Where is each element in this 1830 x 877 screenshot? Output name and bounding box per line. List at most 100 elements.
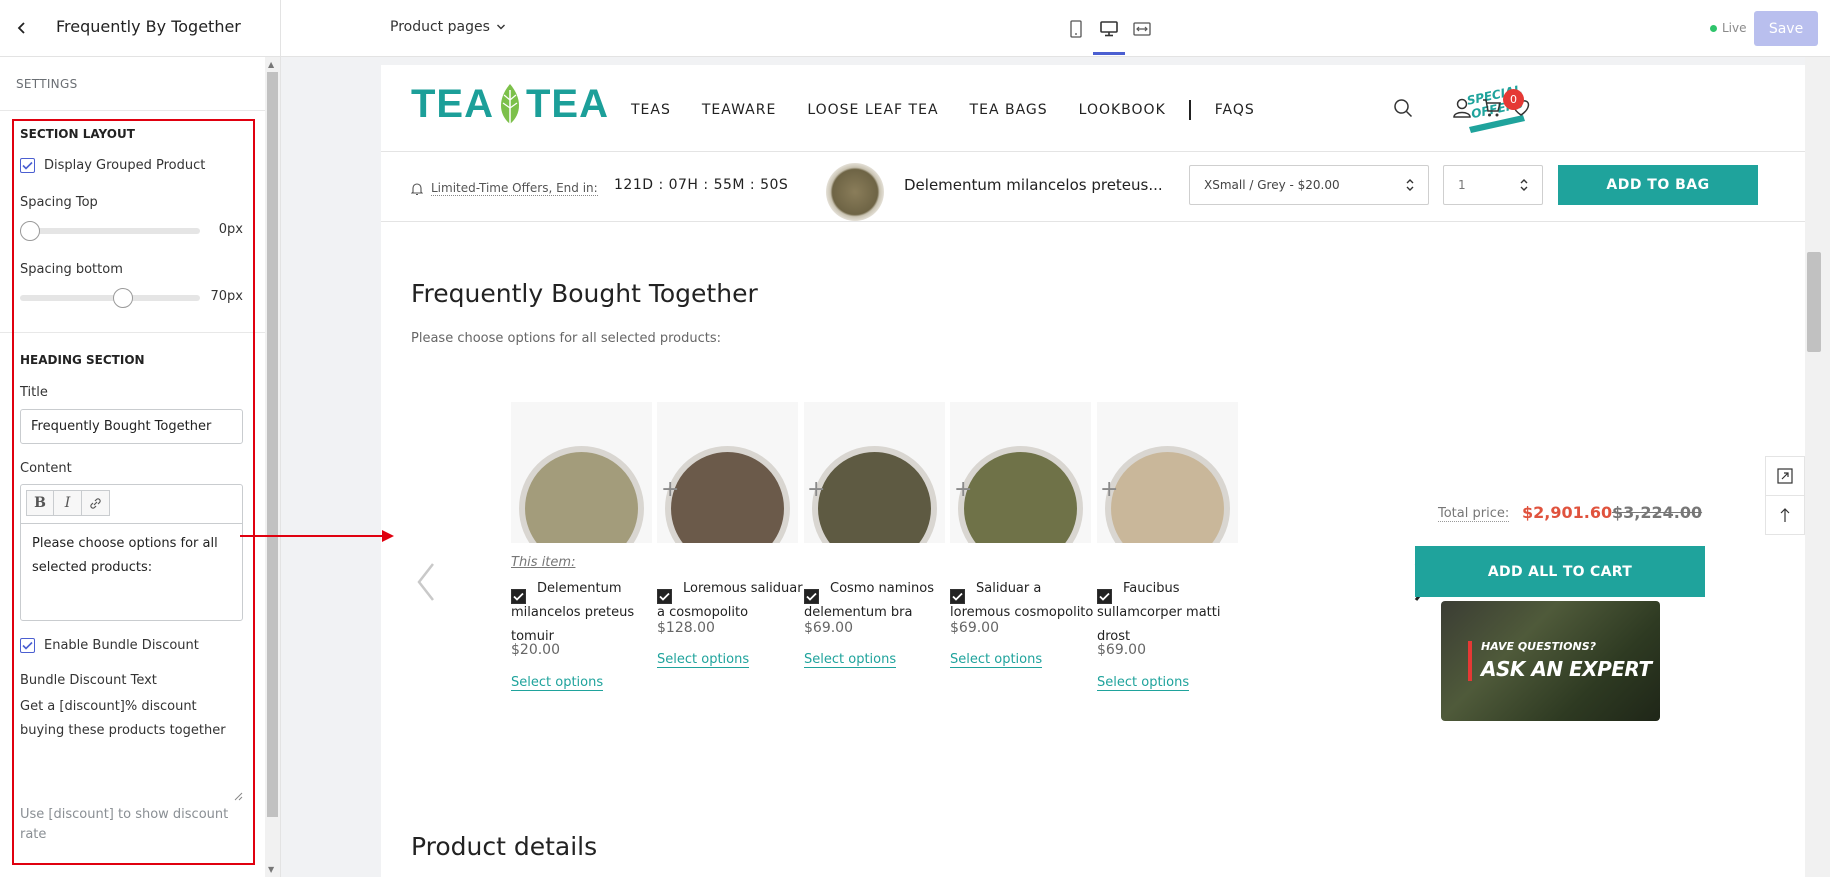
sticky-product-name: Delementum milancelos preteus...: [904, 176, 1163, 194]
product-price: $69.00: [1097, 642, 1146, 658]
product-name[interactable]: Loremous saliduar a cosmopolito: [657, 577, 807, 625]
total-price-label: Total price:: [1438, 506, 1510, 522]
product-card-1: [511, 402, 652, 543]
cart-count-badge: 0: [1503, 89, 1524, 110]
product-image[interactable]: [950, 402, 1091, 543]
product-name[interactable]: Saliduar a loremous cosmopolito: [950, 577, 1100, 625]
countdown-offer: Limited-Time Offers, End in:: [411, 181, 598, 196]
expand-width-icon: [1133, 22, 1151, 36]
tea-tin-image: [1105, 446, 1230, 543]
fbt-subtitle: Please choose options for all selected p…: [411, 331, 722, 346]
nav-item-loose-leaf-tea[interactable]: LOOSE LEAF TEA: [807, 102, 938, 118]
carousel-prev-arrow-icon[interactable]: [411, 560, 441, 604]
select-options-link[interactable]: Select options: [657, 652, 750, 668]
scroll-up-icon[interactable]: ▲: [268, 60, 274, 69]
mobile-view-button[interactable]: [1065, 18, 1087, 40]
ask-expert-banner[interactable]: HAVE QUESTIONS? ASK AN EXPERT: [1441, 601, 1660, 721]
cart-button[interactable]: [1479, 95, 1505, 121]
stepper-arrows-icon: [1520, 179, 1528, 191]
active-device-indicator: [1093, 52, 1125, 55]
page-type-label: Product pages: [390, 19, 490, 35]
scroll-down-icon[interactable]: ▼: [268, 865, 274, 874]
save-button[interactable]: Save: [1754, 11, 1818, 46]
desktop-icon: [1100, 21, 1118, 37]
product-card-4: [950, 402, 1091, 543]
fullwidth-view-button[interactable]: [1131, 18, 1153, 40]
product-card-5: [1097, 402, 1238, 543]
compare-button[interactable]: [1765, 456, 1805, 496]
product-image[interactable]: [511, 402, 652, 543]
page-type-selector[interactable]: Product pages: [390, 19, 506, 35]
expert-title: ASK AN EXPERT: [1481, 657, 1652, 681]
select-options-link[interactable]: Select options: [950, 652, 1043, 668]
select-options-link[interactable]: Select options: [804, 652, 897, 668]
nav-item-teaware[interactable]: TEAWARE: [702, 102, 776, 118]
live-label: Live: [1722, 21, 1747, 35]
total-old-price: $3,224.00: [1612, 503, 1703, 522]
tea-tin-image: [519, 446, 644, 543]
back-button[interactable]: [10, 16, 34, 40]
plus-icon: +: [1100, 477, 1119, 502]
product-name[interactable]: Delementum milancelos preteus tomuir: [511, 577, 661, 649]
product-price: $128.00: [657, 620, 715, 636]
divider: [381, 151, 1805, 152]
tea-tin-image: [812, 446, 937, 543]
this-item-label: This item:: [511, 555, 576, 570]
back-to-top-button[interactable]: [1765, 495, 1805, 535]
mobile-icon: [1070, 20, 1082, 38]
product-card-2: [657, 402, 798, 543]
sticky-product-image: [826, 163, 884, 221]
desktop-view-button[interactable]: [1098, 18, 1120, 40]
product-card-3: [804, 402, 945, 543]
banner-stripe: [1468, 641, 1472, 681]
settings-scrollbar-thumb[interactable]: [267, 72, 278, 817]
live-status: Live: [1710, 21, 1747, 35]
annotation-arrow: [240, 535, 385, 537]
tea-tin-image: [958, 446, 1083, 543]
annotation-arrow-head-icon: [382, 530, 394, 542]
search-button[interactable]: [1390, 95, 1416, 121]
product-price: $69.00: [804, 620, 853, 636]
divider: [381, 221, 1805, 222]
plus-icon: +: [954, 477, 973, 502]
variant-select[interactable]: XSmall / Grey - $20.00: [1189, 165, 1429, 205]
product-price: $20.00: [511, 642, 560, 658]
quantity-value: 1: [1458, 178, 1466, 192]
product-image[interactable]: [1097, 402, 1238, 543]
fbt-title: Frequently Bought Together: [411, 279, 758, 308]
product-name[interactable]: Faucibus sullamcorper matti drost: [1097, 577, 1247, 649]
plus-icon: +: [807, 477, 826, 502]
quantity-stepper[interactable]: 1: [1443, 165, 1543, 205]
editor-header: Frequently By Together Product pages Liv…: [0, 0, 1830, 57]
main-nav: TEAS TEAWARE LOOSE LEAF TEA TEA BAGS LOO…: [631, 100, 1286, 120]
store-preview: TEA TEA TEAS TEAWARE LOOSE LEAF TEA TEA …: [381, 65, 1805, 877]
product-price: $69.00: [950, 620, 999, 636]
chevron-down-icon: [496, 24, 505, 30]
select-options-link[interactable]: Select options: [511, 675, 604, 691]
tea-tea-logo[interactable]: TEA TEA: [411, 80, 609, 128]
nav-item-lookbook[interactable]: LOOKBOOK: [1079, 102, 1166, 118]
nav-item-tea-bags[interactable]: TEA BAGS: [970, 102, 1048, 118]
nav-item-teas[interactable]: TEAS: [631, 102, 671, 118]
search-icon: [1394, 99, 1413, 118]
select-options-link[interactable]: Select options: [1097, 675, 1190, 691]
product-image[interactable]: [657, 402, 798, 543]
tea-tin-image: [665, 446, 790, 543]
annotation-highlight-box: [12, 119, 255, 865]
expert-question: HAVE QUESTIONS?: [1481, 640, 1597, 653]
preview-scrollbar[interactable]: [1805, 57, 1830, 877]
product-name[interactable]: Cosmo naminos delementum bra: [804, 577, 954, 625]
product-image[interactable]: [804, 402, 945, 543]
nav-item-faqs[interactable]: FAQS: [1215, 102, 1255, 118]
preview-scrollbar-thumb[interactable]: [1807, 252, 1821, 352]
panel-title: Frequently By Together: [56, 17, 241, 36]
total-price: $2,901.60: [1522, 503, 1613, 522]
settings-header: SETTINGS: [16, 77, 78, 91]
add-to-bag-button[interactable]: ADD TO BAG: [1558, 165, 1758, 205]
divider: [0, 110, 265, 111]
cart-icon: [1483, 99, 1501, 117]
product-details-title: Product details: [411, 832, 598, 861]
offer-label: Limited-Time Offers, End in:: [431, 181, 598, 196]
live-dot-icon: [1710, 24, 1717, 32]
add-all-to-cart-button[interactable]: ADD ALL TO CART: [1415, 546, 1705, 597]
